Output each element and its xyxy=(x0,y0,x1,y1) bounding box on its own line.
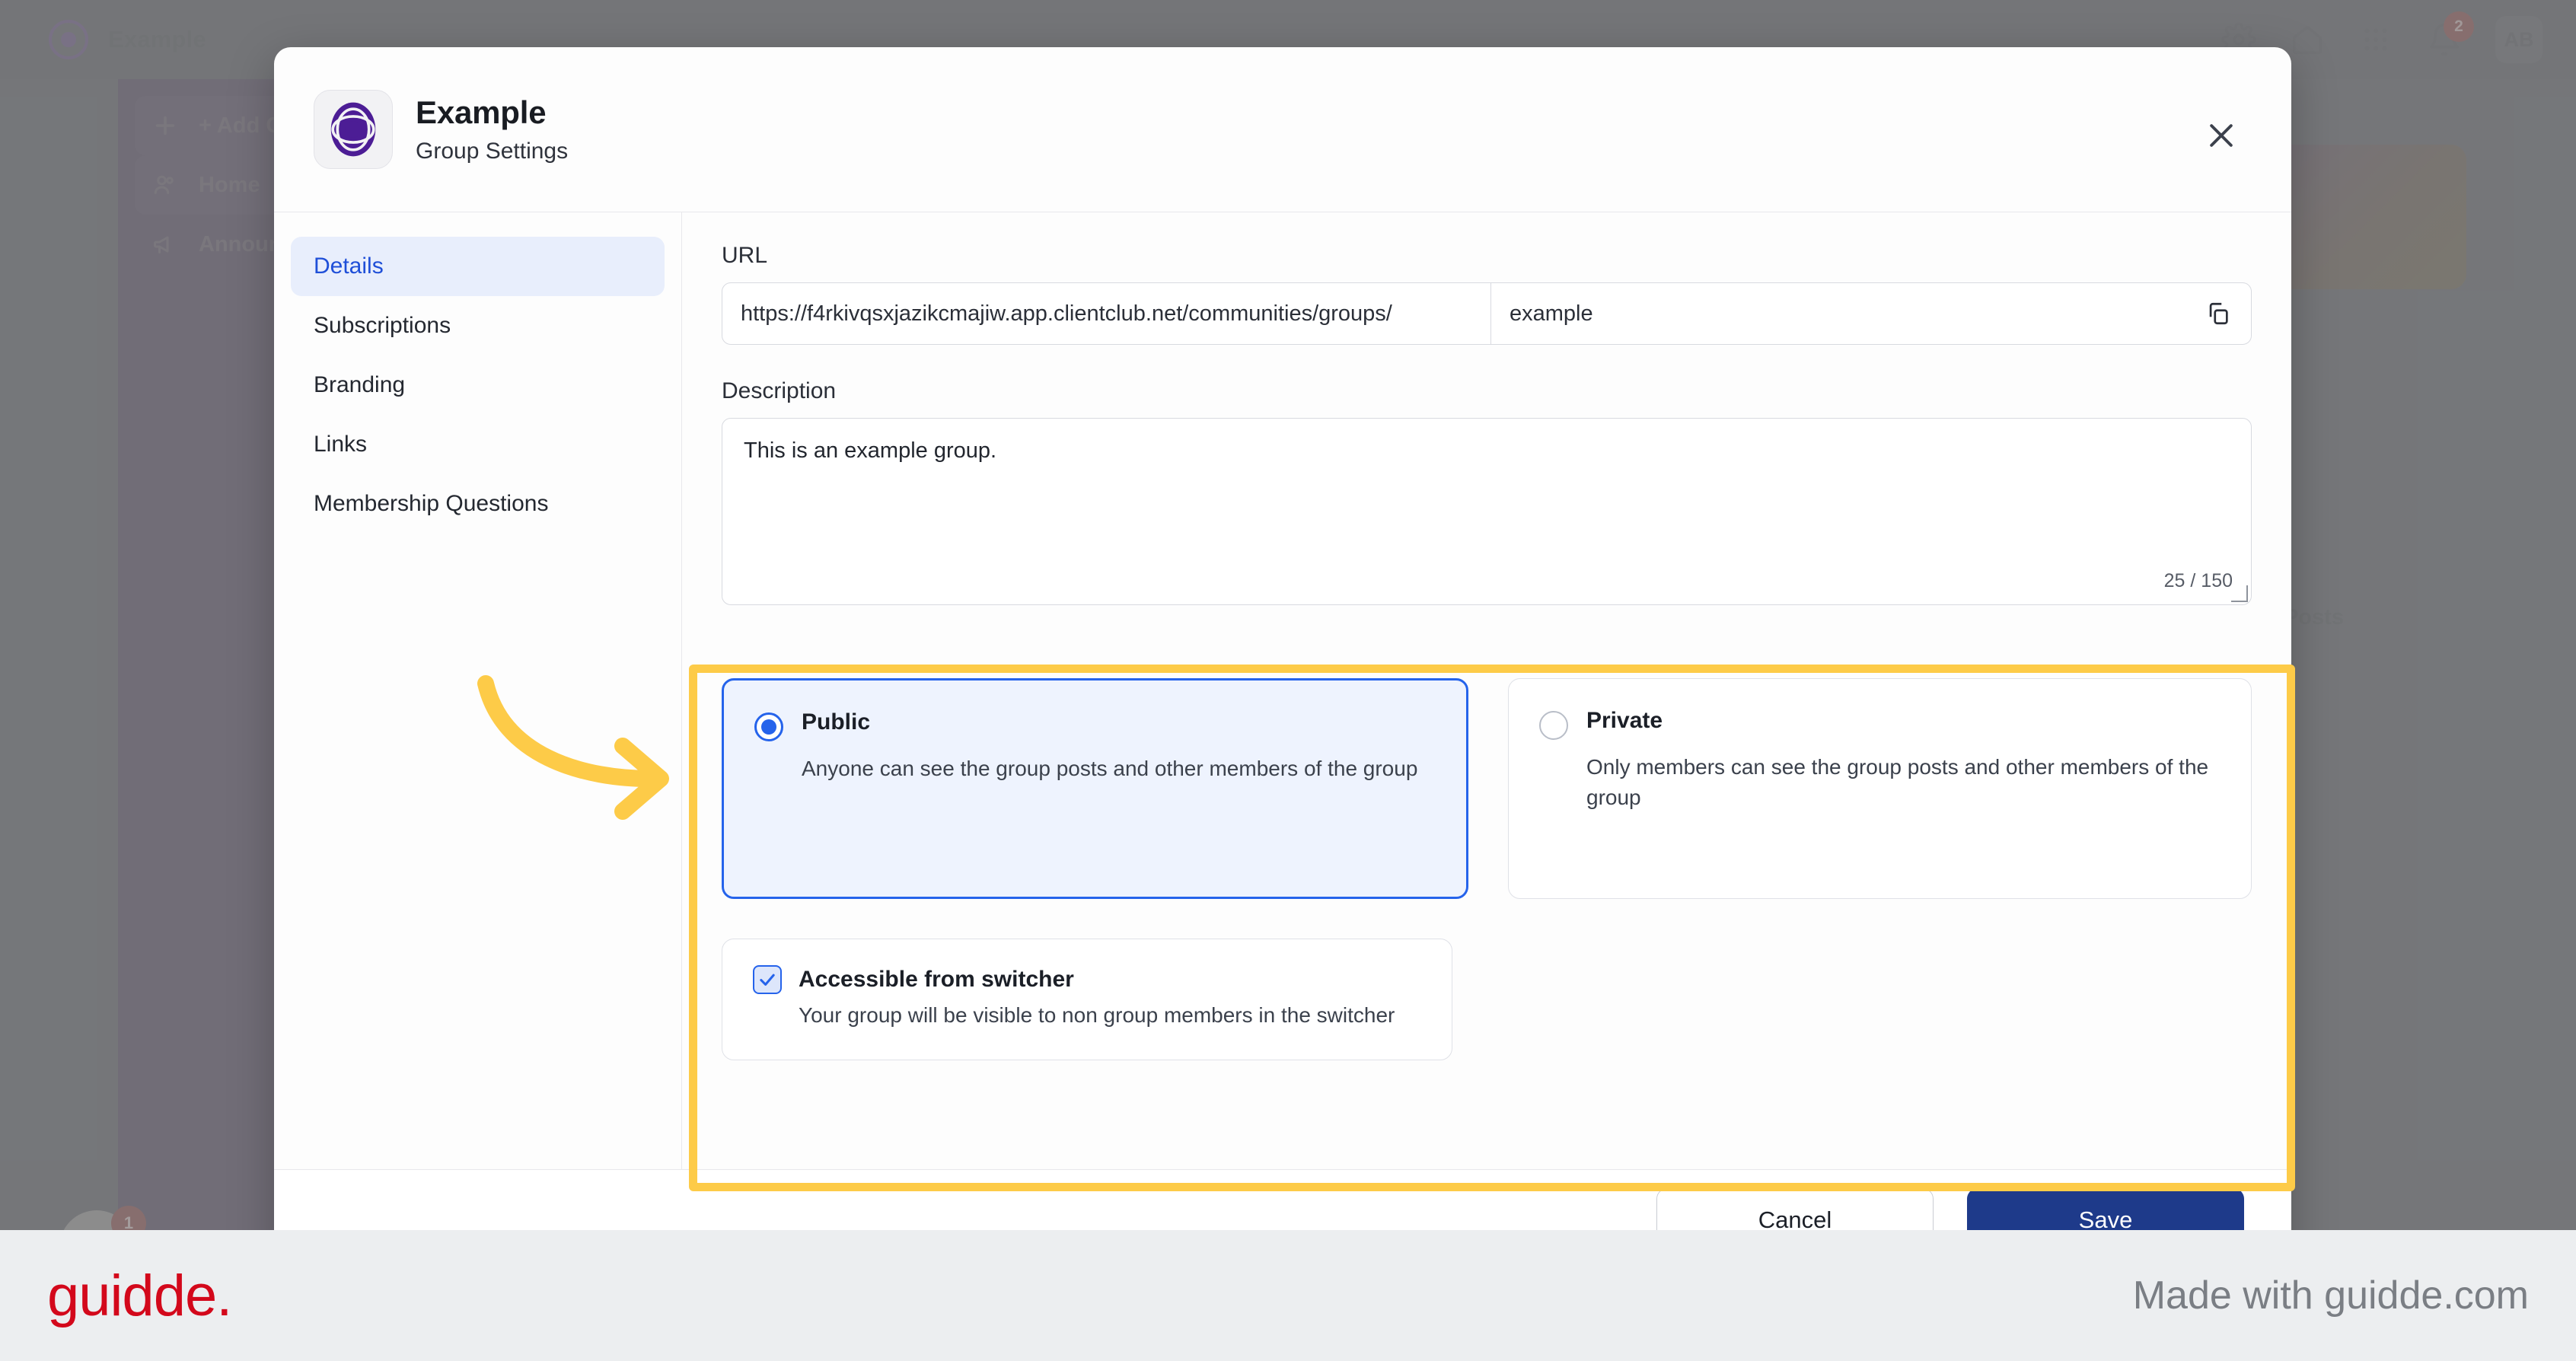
switcher-checkbox-head: Accessible from switcher xyxy=(753,965,1421,994)
private-option-head: Private xyxy=(1539,708,2221,740)
guidde-made-with: Made with guidde.com xyxy=(2132,1273,2529,1318)
visibility-option-public[interactable]: Public Anyone can see the group posts an… xyxy=(722,678,1468,899)
page-title: Example xyxy=(416,94,547,130)
guidde-banner: guidde. Made with guidde.com xyxy=(0,1230,2576,1361)
sidebar-item-label: Details xyxy=(314,253,384,279)
radio-private-icon[interactable] xyxy=(1539,711,1568,740)
close-icon[interactable] xyxy=(2198,113,2244,158)
switcher-title: Accessible from switcher xyxy=(799,967,1074,992)
visibility-section: Public Anyone can see the group posts an… xyxy=(722,678,2252,1060)
modal-title-block: Example Group Settings xyxy=(416,94,568,164)
sidebar-item-label: Membership Questions xyxy=(314,491,549,516)
url-slug-input[interactable]: example xyxy=(1491,283,2185,344)
private-option-title: Private xyxy=(1586,708,1663,733)
sidebar-item-branding[interactable]: Branding xyxy=(291,355,665,415)
annotation-arrow-icon xyxy=(477,675,669,820)
page-subtitle: Group Settings xyxy=(416,139,569,164)
group-logo-icon xyxy=(314,90,393,169)
public-option-description: Anyone can see the group posts and other… xyxy=(802,757,1418,780)
resize-handle-icon[interactable] xyxy=(2231,585,2248,602)
sidebar-item-label: Subscriptions xyxy=(314,313,451,338)
private-option-description: Only members can see the group posts and… xyxy=(1586,755,2209,809)
sidebar-item-links[interactable]: Links xyxy=(291,415,665,474)
url-prefix: https://f4rkivqsxjazikcmajiw.app.clientc… xyxy=(722,283,1491,344)
copy-icon[interactable] xyxy=(2185,283,2251,344)
url-label: URL xyxy=(722,243,768,268)
sidebar-item-subscriptions[interactable]: Subscriptions xyxy=(291,296,665,355)
description-textarea[interactable]: This is an example group. 25 / 150 xyxy=(722,418,2252,605)
sidebar-item-label: Branding xyxy=(314,372,406,397)
url-field-group: https://f4rkivqsxjazikcmajiw.app.clientc… xyxy=(722,282,2252,345)
description-value: This is an example group. xyxy=(744,438,997,463)
visibility-options-row: Public Anyone can see the group posts an… xyxy=(722,678,2252,899)
group-logo-glyph xyxy=(330,102,376,157)
description-group: Description This is an example group. 25… xyxy=(722,378,2252,605)
sidebar-item-membership-questions[interactable]: Membership Questions xyxy=(291,474,665,534)
modal-header: Example Group Settings xyxy=(274,47,2291,212)
description-label: Description xyxy=(722,378,837,403)
sidebar-item-details[interactable]: Details xyxy=(291,237,665,296)
accessible-from-switcher-card[interactable]: Accessible from switcher Your group will… xyxy=(722,939,1452,1060)
visibility-option-private[interactable]: Private Only members can see the group p… xyxy=(1508,678,2252,899)
description-counter: 25 / 150 xyxy=(2163,570,2233,591)
switcher-description: Your group will be visible to non group … xyxy=(799,1003,1395,1027)
guidde-logo: guidde. xyxy=(47,1263,232,1328)
group-settings-modal: Example Group Settings Details Subscript… xyxy=(274,47,2291,1270)
modal-main-panel: URL https://f4rkivqsxjazikcmajiw.app.cli… xyxy=(682,212,2291,1215)
public-option-head: Public xyxy=(754,709,1436,741)
sidebar-item-label: Links xyxy=(314,432,368,457)
public-option-title: Public xyxy=(802,709,871,735)
radio-public-icon[interactable] xyxy=(754,712,783,741)
checkbox-checked-icon[interactable] xyxy=(753,965,782,994)
